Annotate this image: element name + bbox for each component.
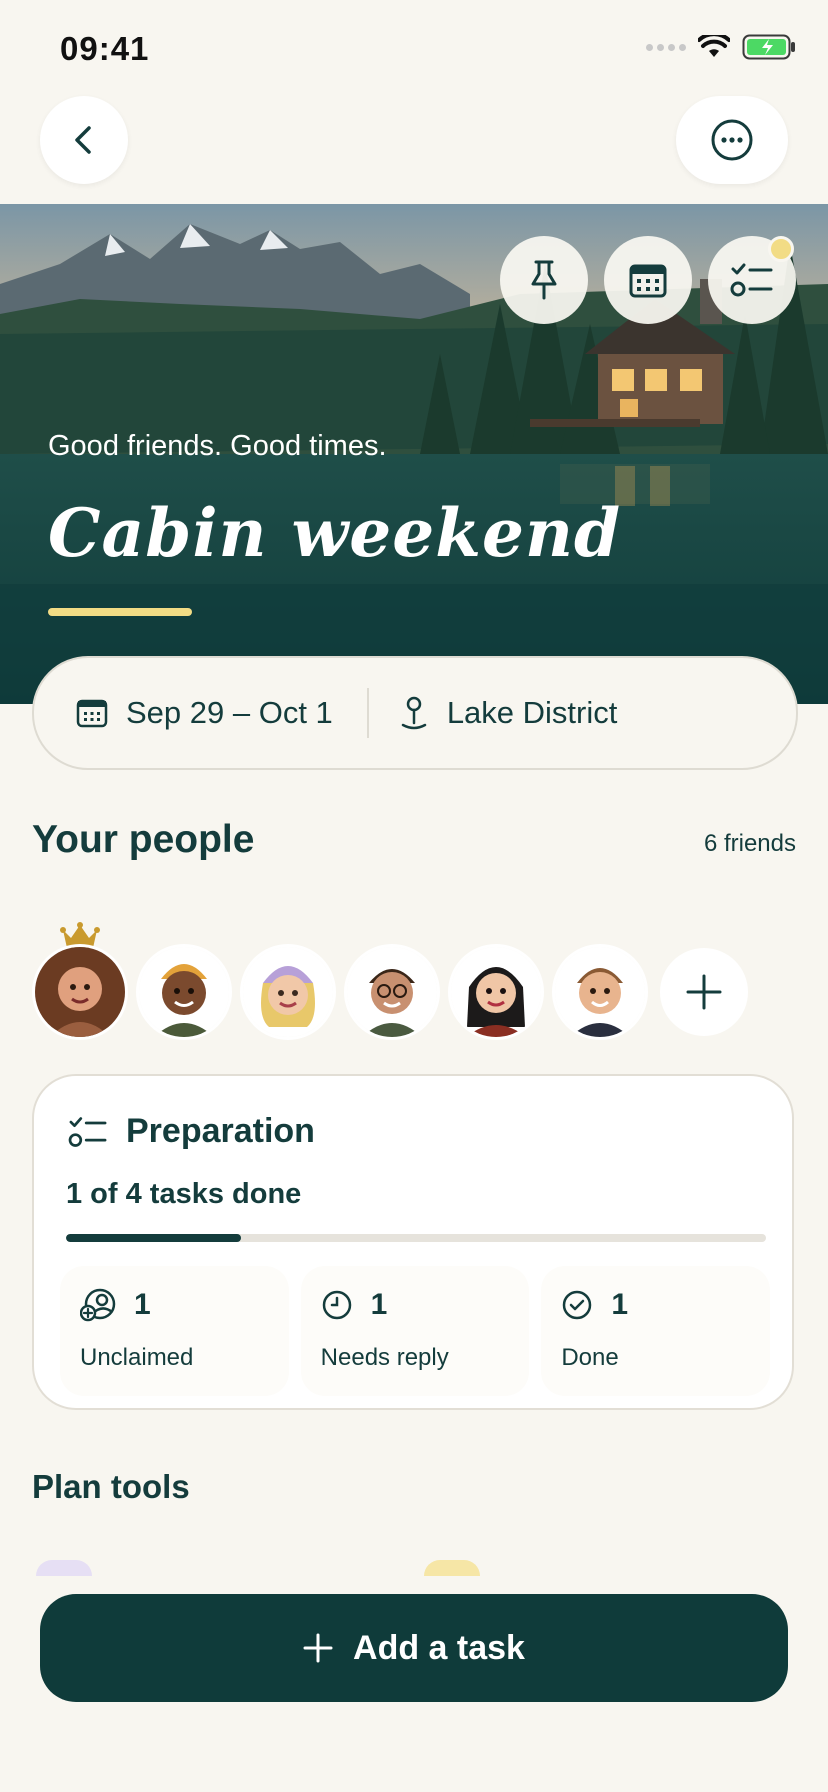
hero-banner: Good friends. Good times. Cabin weekend (0, 204, 828, 704)
stat-unclaimed[interactable]: 1 Unclaimed (60, 1266, 289, 1396)
stat-needs-reply[interactable]: 1 Needs reply (300, 1266, 530, 1396)
stat-label: Done (561, 1344, 619, 1371)
status-time: 09:41 (60, 30, 150, 67)
preparation-card[interactable]: Preparation 1 of 4 tasks done 1 Unclaime… (32, 1074, 794, 1410)
location[interactable]: Lake District (399, 695, 618, 731)
progress-fill (66, 1234, 241, 1242)
stat-label: Unclaimed (80, 1344, 194, 1371)
stat-value: 1 (370, 1288, 388, 1321)
plus-icon (686, 974, 722, 1010)
checklist-icon (730, 263, 773, 297)
add-task-label: Add a task (353, 1628, 525, 1667)
checklist-button[interactable] (708, 236, 796, 324)
checklist-icon (68, 1116, 107, 1147)
people-heading: Your people (32, 818, 255, 861)
chevron-left-icon (75, 126, 91, 154)
more-horizontal-icon (711, 119, 753, 161)
stat-label: Needs reply (320, 1344, 449, 1371)
location-label: Lake District (446, 695, 618, 730)
hero-tagline: Good friends. Good times. (48, 430, 387, 462)
battery-charging-icon (742, 34, 795, 60)
date-range[interactable]: Sep 29 – Oct 1 (34, 695, 333, 731)
status-bar: 09:41 (0, 0, 828, 100)
avatar[interactable] (136, 944, 232, 1040)
add-task-button[interactable]: Add a task (40, 1594, 788, 1702)
trip-info-pill: Sep 29 – Oct 1 Lake District (32, 656, 798, 770)
check-circle-icon (563, 1290, 592, 1320)
avatar[interactable] (344, 944, 440, 1040)
signal-icon (646, 43, 686, 51)
title-underline (48, 608, 192, 616)
pin-icon (531, 260, 557, 300)
back-button[interactable] (40, 96, 128, 184)
preparation-title: Preparation (126, 1112, 315, 1150)
notification-dot (768, 236, 794, 262)
wifi-icon (698, 35, 730, 57)
preparation-progress-text: 1 of 4 tasks done (66, 1178, 302, 1210)
unclaimed-user-icon (80, 1288, 116, 1322)
preparation-stats: 1 Unclaimed 1 Needs reply 1 Done (54, 1266, 776, 1396)
more-options-button[interactable] (676, 96, 788, 184)
calendar-icon (629, 264, 667, 298)
pin-button[interactable] (500, 236, 588, 324)
calendar-icon (76, 699, 108, 728)
avatar[interactable] (448, 944, 544, 1040)
add-friend-button[interactable] (660, 948, 748, 1036)
friends-count[interactable]: 6 friends (704, 830, 796, 858)
stat-value: 1 (134, 1288, 151, 1321)
clock-icon (322, 1290, 351, 1320)
plan-tool-tile[interactable] (36, 1560, 92, 1576)
plus-icon (303, 1633, 333, 1663)
stat-value: 1 (611, 1288, 629, 1321)
page-title: Cabin weekend (48, 494, 622, 572)
info-divider (366, 688, 369, 738)
date-range-label: Sep 29 – Oct 1 (126, 695, 333, 730)
plan-tool-tile[interactable] (424, 1560, 480, 1576)
avatar[interactable] (32, 944, 128, 1040)
avatar[interactable] (240, 944, 336, 1040)
plan-tools-heading: Plan tools (32, 1468, 190, 1505)
people-avatars (32, 944, 748, 1040)
stat-done[interactable]: 1 Done (541, 1266, 771, 1396)
avatar[interactable] (552, 944, 648, 1040)
preparation-progress-bar (66, 1234, 766, 1242)
location-pin-icon (401, 696, 427, 730)
calendar-button[interactable] (604, 236, 692, 324)
